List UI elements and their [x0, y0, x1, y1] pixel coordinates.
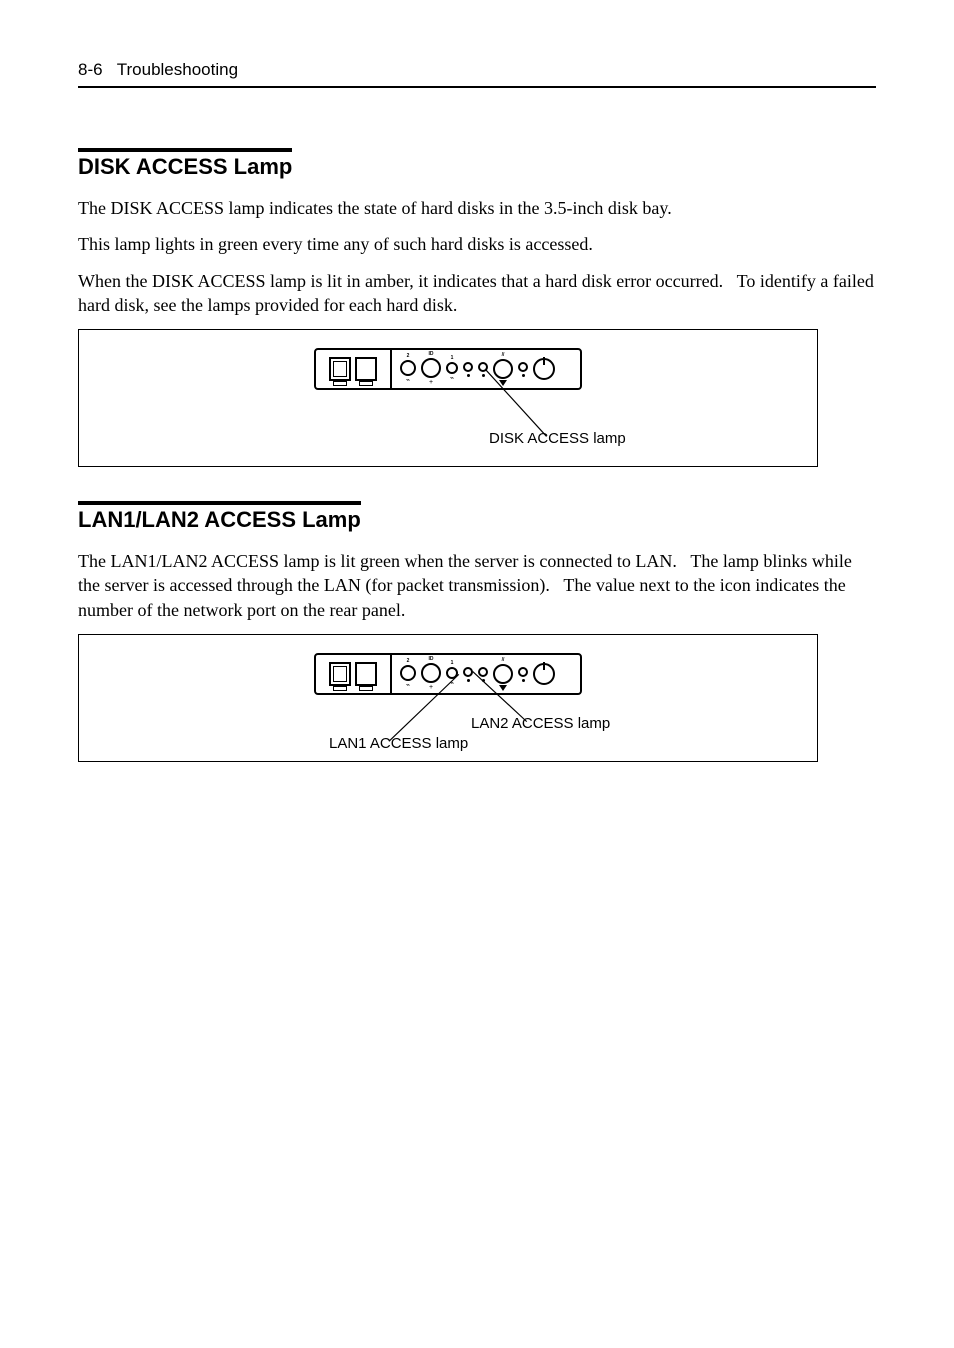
callout-label-lan1: LAN1 ACCESS lamp	[329, 735, 468, 752]
section-title: LAN1/LAN2 ACCESS Lamp	[78, 501, 361, 533]
lan2-indicator: 2 ⌁	[400, 659, 416, 689]
indicator	[518, 667, 528, 682]
callout-label-disk-access: DISK ACCESS lamp	[489, 430, 626, 447]
id-indicator: ID +	[421, 352, 441, 386]
callout-label-lan2: LAN2 ACCESS lamp	[471, 715, 610, 732]
lan1-indicator: 1 ⌁	[446, 356, 458, 382]
drive-bay: ▬	[316, 655, 392, 693]
indicator-panel: 2 ⌁ ID + 1 ⌁	[392, 350, 580, 388]
running-header: 8-6 Troubleshooting	[78, 60, 876, 88]
device-front-panel: ▬ 2 ⌁ ID +	[314, 348, 582, 390]
lan2-indicator: 2 ⌁	[400, 354, 416, 384]
indicator-panel: 2 ⌁ ID + 1 ⌁	[392, 655, 580, 693]
drive-bay: ▬	[316, 350, 392, 388]
paragraph: This lamp lights in green every time any…	[78, 232, 876, 256]
device-front-panel: ▬ 2 ⌁ ID +	[314, 653, 582, 695]
status-indicator: //	[493, 353, 513, 386]
disk-access-indicator	[463, 667, 473, 682]
paragraph: The LAN1/LAN2 ACCESS lamp is lit green w…	[78, 549, 876, 622]
drive-slot	[355, 662, 377, 686]
indicator	[478, 362, 488, 377]
paragraph: The DISK ACCESS lamp indicates the state…	[78, 196, 876, 220]
lan1-indicator: 1 ⌁	[446, 661, 458, 687]
figure-lan-access: ▬ 2 ⌁ ID +	[78, 634, 818, 762]
section-title: DISK ACCESS Lamp	[78, 148, 292, 180]
figure-disk-access: ▬ 2 ⌁ ID +	[78, 329, 818, 467]
indicator	[478, 667, 488, 682]
id-indicator: ID +	[421, 657, 441, 691]
power-button-icon	[533, 358, 555, 380]
drive-slot: ▬	[329, 662, 351, 686]
paragraph: When the DISK ACCESS lamp is lit in ambe…	[78, 269, 876, 318]
section-disk-access: DISK ACCESS Lamp The DISK ACCESS lamp in…	[78, 148, 876, 467]
indicator	[518, 362, 528, 377]
drive-slot	[355, 357, 377, 381]
drive-slot: ▬	[329, 357, 351, 381]
disk-access-indicator	[463, 362, 473, 377]
power-button-icon	[533, 663, 555, 685]
page: 8-6 Troubleshooting DISK ACCESS Lamp The…	[0, 0, 954, 1348]
status-indicator: //	[493, 658, 513, 691]
section-lan-access: LAN1/LAN2 ACCESS Lamp The LAN1/LAN2 ACCE…	[78, 501, 876, 762]
